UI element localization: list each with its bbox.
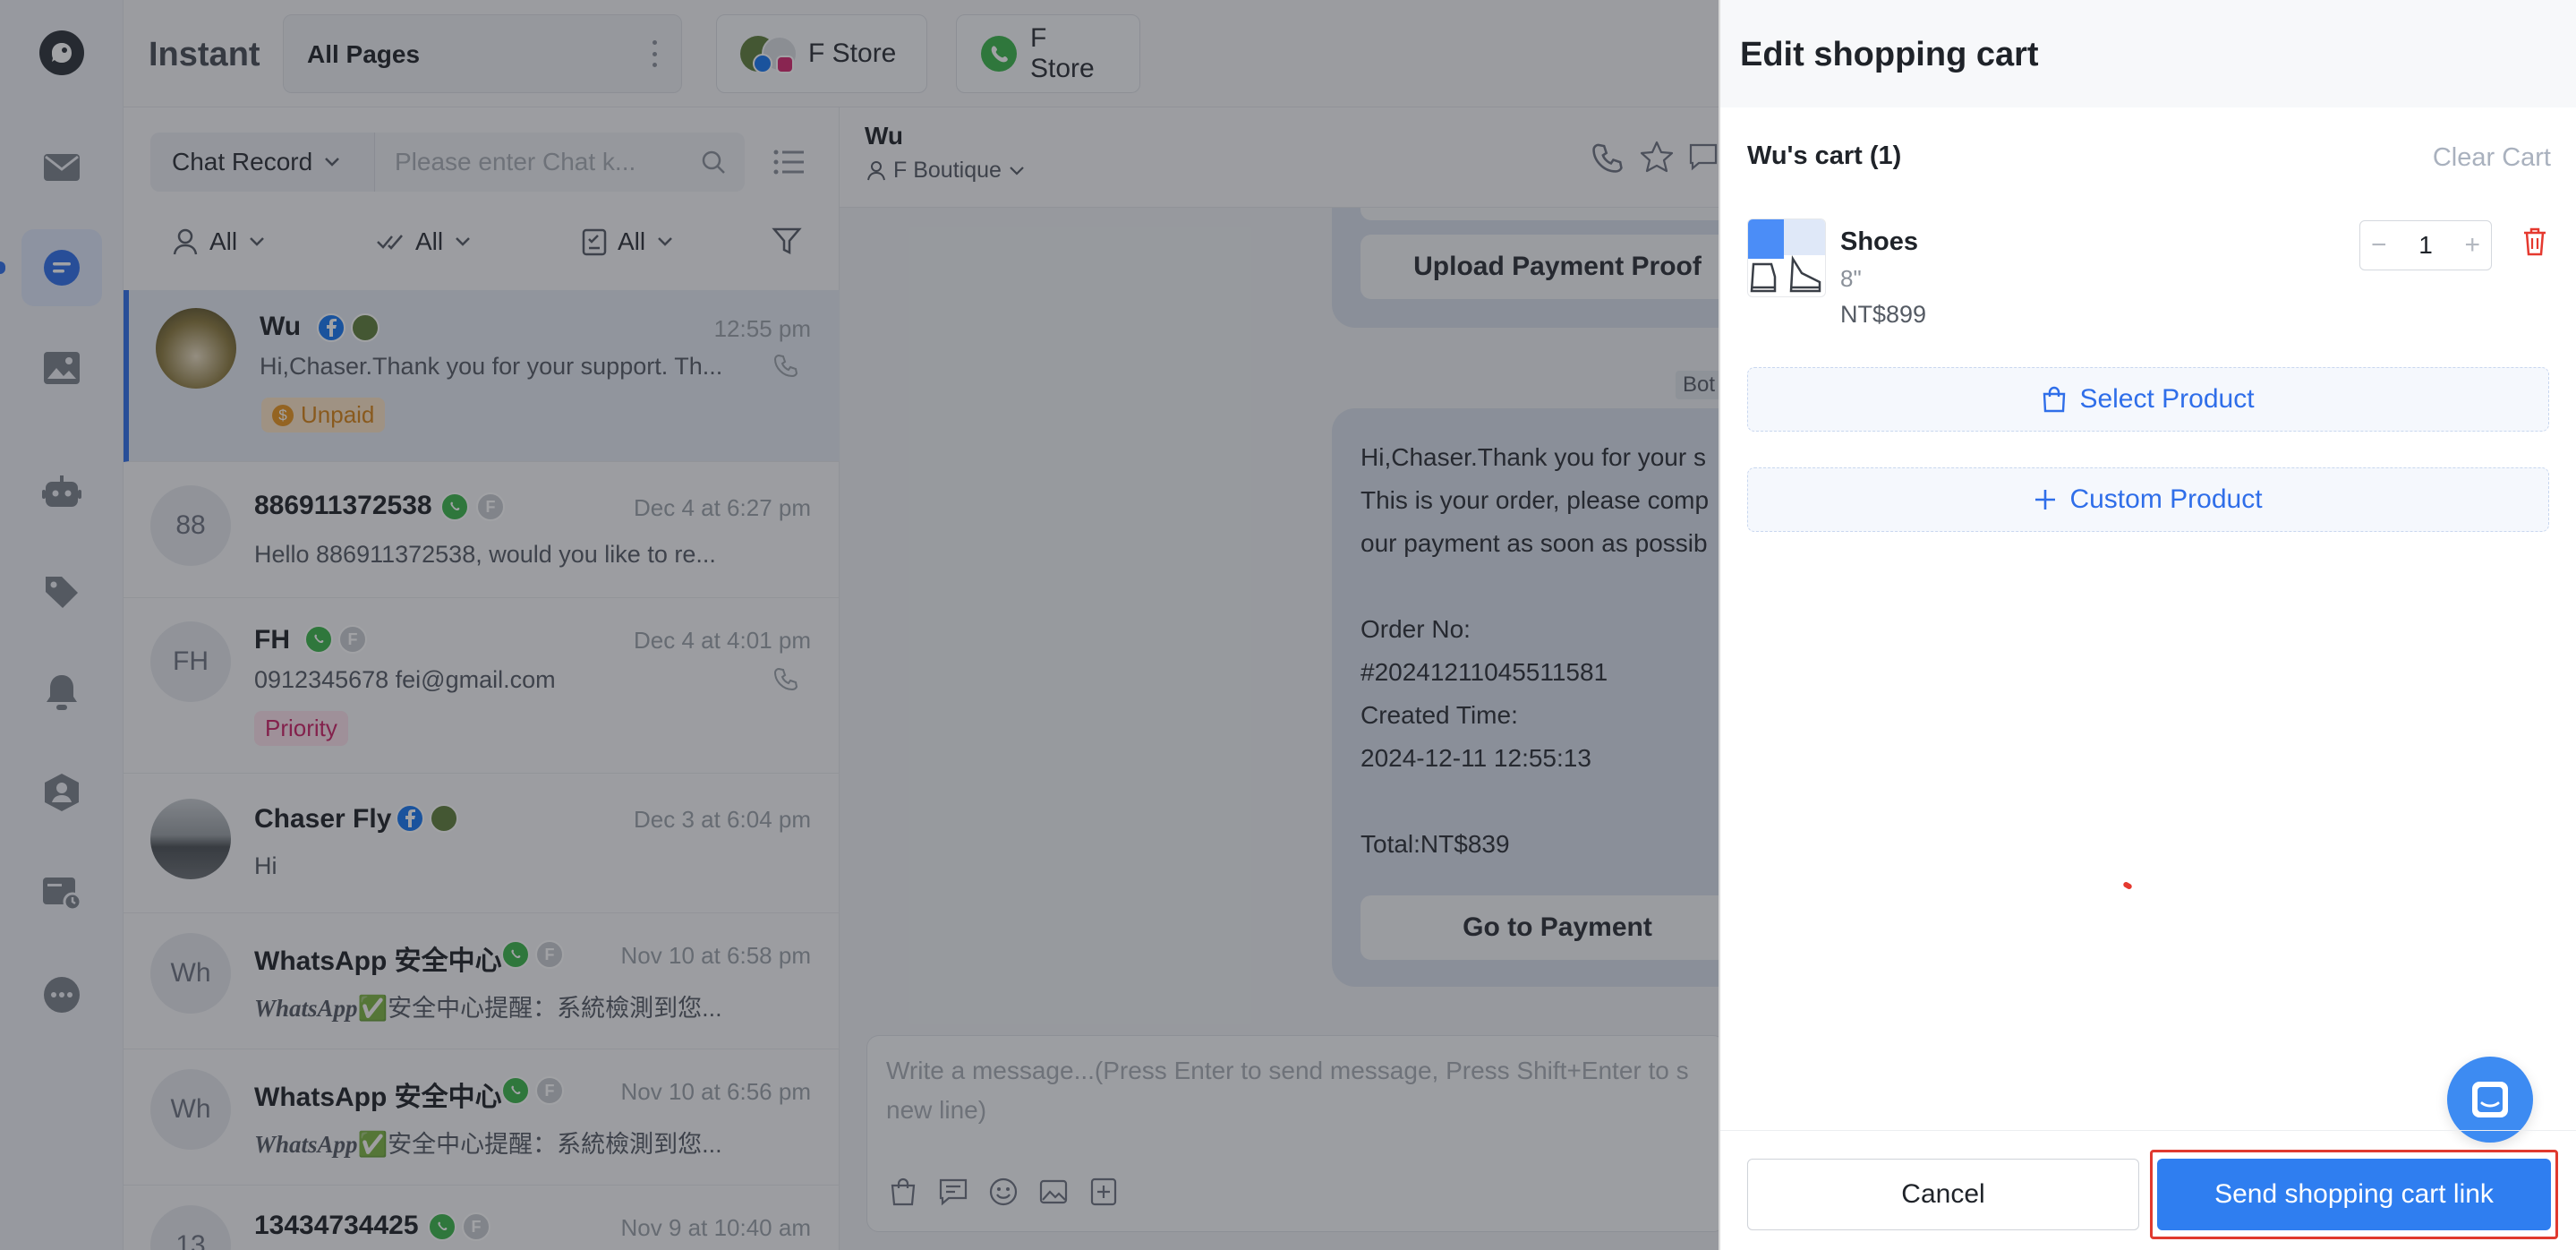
qty-value[interactable]: 1 (2418, 231, 2433, 260)
product-thumbnail (1747, 218, 1826, 297)
custom-product-label: Custom Product (2069, 484, 2263, 514)
edit-cart-drawer (1719, 0, 2576, 1250)
product-variant: 8" (1840, 265, 1862, 292)
select-product-button[interactable]: Select Product (1747, 367, 2549, 432)
cart-label: Wu's cart (1) (1747, 141, 1902, 170)
product-name: Shoes (1840, 227, 1919, 256)
send-cart-link-button[interactable]: Send shopping cart link (2157, 1159, 2551, 1230)
trash-icon[interactable] (2522, 227, 2547, 256)
plus-icon (2035, 490, 2056, 509)
shoe-image (1748, 219, 1825, 293)
drawer-footer-divider (1720, 1130, 2576, 1131)
select-product-label: Select Product (2079, 384, 2255, 414)
shopping-bag-icon (2043, 386, 2066, 413)
quantity-stepper[interactable]: − 1 + (2359, 220, 2492, 270)
messenger-icon (2472, 1082, 2508, 1117)
clear-cart-link[interactable]: Clear Cart (2427, 143, 2551, 173)
qty-decrement-button[interactable]: − (2371, 232, 2387, 259)
drawer-title: Edit shopping cart (1740, 36, 2039, 73)
modal-backdrop[interactable] (0, 0, 1719, 1250)
qty-increment-button[interactable]: + (2464, 232, 2480, 259)
custom-product-button[interactable]: Custom Product (1747, 467, 2549, 532)
product-price: NT$899 (1840, 301, 1927, 328)
cancel-button[interactable]: Cancel (1747, 1159, 2139, 1230)
